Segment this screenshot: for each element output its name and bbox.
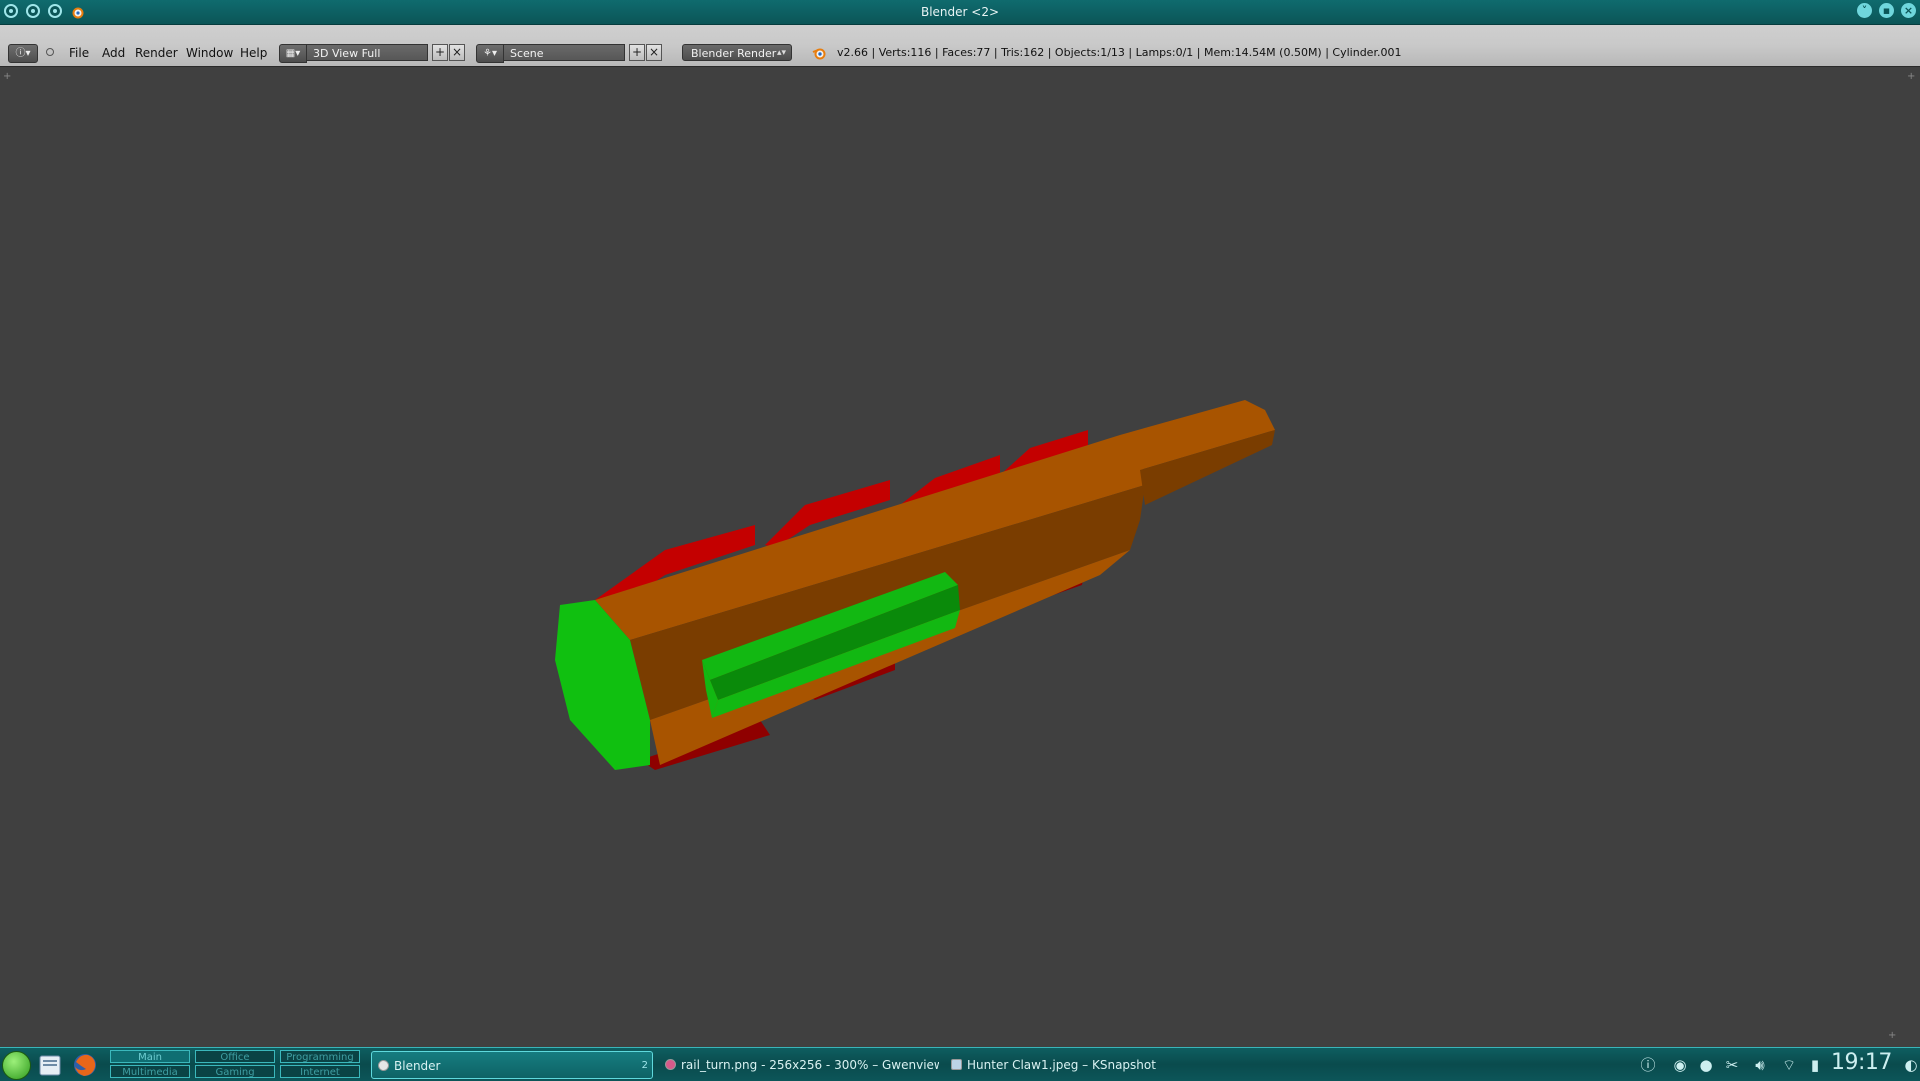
wifi-icon[interactable]: ⌔ <box>1780 1056 1798 1074</box>
scene-statistics: v2.66 | Verts:116 | Faces:77 | Tris:162 … <box>837 46 1402 59</box>
minimize-icon[interactable]: ˅ <box>1857 3 1872 18</box>
task-blender[interactable]: Blender 2 <box>371 1051 653 1079</box>
desktop-pager: Main Office Programming Multimedia Gamin… <box>110 1050 362 1080</box>
menu-window[interactable]: Window <box>186 46 233 60</box>
scene-field[interactable]: Scene <box>503 44 625 61</box>
menu-file[interactable]: File <box>69 46 89 60</box>
application-launcher-button[interactable] <box>2 1051 31 1080</box>
dropdown-arrow-icon: ▴▾ <box>776 48 786 58</box>
menu-add[interactable]: Add <box>102 46 125 60</box>
add-scene-button[interactable]: + <box>629 44 645 61</box>
window-title: Blender <2> <box>920 5 1000 19</box>
panel-toolbox-icon[interactable]: ◐ <box>1902 1056 1920 1074</box>
mesh-object[interactable] <box>0 67 1920 1047</box>
task-gwenview[interactable]: rail_turn.png - 256x256 - 300% – Gwenvie… <box>659 1051 939 1079</box>
task-label: rail_turn.png - 256x256 - 300% – Gwenvie… <box>681 1058 939 1072</box>
task-window-count: 2 <box>641 1060 648 1071</box>
desktop-main[interactable]: Main <box>110 1050 190 1063</box>
render-engine-dropdown[interactable]: Blender Render ▴▾ <box>682 44 792 61</box>
editor-type-button[interactable]: ⓘ▾ <box>8 44 38 63</box>
network-manager-icon[interactable]: ● <box>1697 1056 1715 1074</box>
firefox-icon[interactable] <box>72 1052 98 1078</box>
desktop-programming[interactable]: Programming <box>280 1050 360 1063</box>
clipboard-scissors-icon[interactable]: ✂ <box>1723 1056 1741 1074</box>
taskbar: Main Office Programming Multimedia Gamin… <box>0 1047 1920 1081</box>
task-ksnapshot[interactable]: Hunter Claw1.jpeg – KSnapshot <box>945 1051 1225 1079</box>
render-engine-label: Blender Render <box>691 47 777 60</box>
maximize-icon[interactable]: ▪ <box>1879 3 1894 18</box>
3d-viewport[interactable]: + + + <box>0 67 1920 1047</box>
menu-render[interactable]: Render <box>135 46 178 60</box>
delete-scene-button[interactable]: × <box>646 44 662 61</box>
file-manager-icon[interactable] <box>37 1052 63 1078</box>
close-icon[interactable]: × <box>1901 3 1916 18</box>
desktop-multimedia[interactable]: Multimedia <box>110 1065 190 1078</box>
blender-logo-icon <box>812 48 826 60</box>
info-icon[interactable]: ⓘ <box>1639 1056 1657 1074</box>
blender-task-icon <box>378 1060 389 1071</box>
task-label: Blender <box>394 1059 441 1073</box>
volume-icon[interactable]: 🔊︎ <box>1751 1056 1769 1074</box>
steam-icon[interactable]: ◉ <box>1671 1056 1689 1074</box>
scene-icon[interactable]: ⚘▾ <box>476 44 504 63</box>
screen-layout-icon[interactable]: ▦▾ <box>279 44 307 63</box>
gwenview-task-icon <box>665 1059 676 1070</box>
desktop-office[interactable]: Office <box>195 1050 275 1063</box>
ksnapshot-task-icon <box>951 1059 962 1070</box>
task-label: Hunter Claw1.jpeg – KSnapshot <box>967 1058 1156 1072</box>
clock[interactable]: 19:17 <box>1831 1050 1892 1075</box>
desktop-internet[interactable]: Internet <box>280 1065 360 1078</box>
add-screen-button[interactable]: + <box>432 44 448 61</box>
window-titlebar: Blender <2> ˅ ▪ × <box>0 0 1920 25</box>
battery-icon[interactable]: ▮ <box>1806 1056 1824 1074</box>
screen-layout-field[interactable]: 3D View Full <box>306 44 428 61</box>
delete-screen-button[interactable]: × <box>449 44 465 61</box>
info-header: ⓘ▾ File Add Render Window Help ▦▾ 3D Vie… <box>0 25 1920 67</box>
collapse-menus-icon[interactable] <box>46 48 54 56</box>
desktop-gaming[interactable]: Gaming <box>195 1065 275 1078</box>
menu-help[interactable]: Help <box>240 46 267 60</box>
